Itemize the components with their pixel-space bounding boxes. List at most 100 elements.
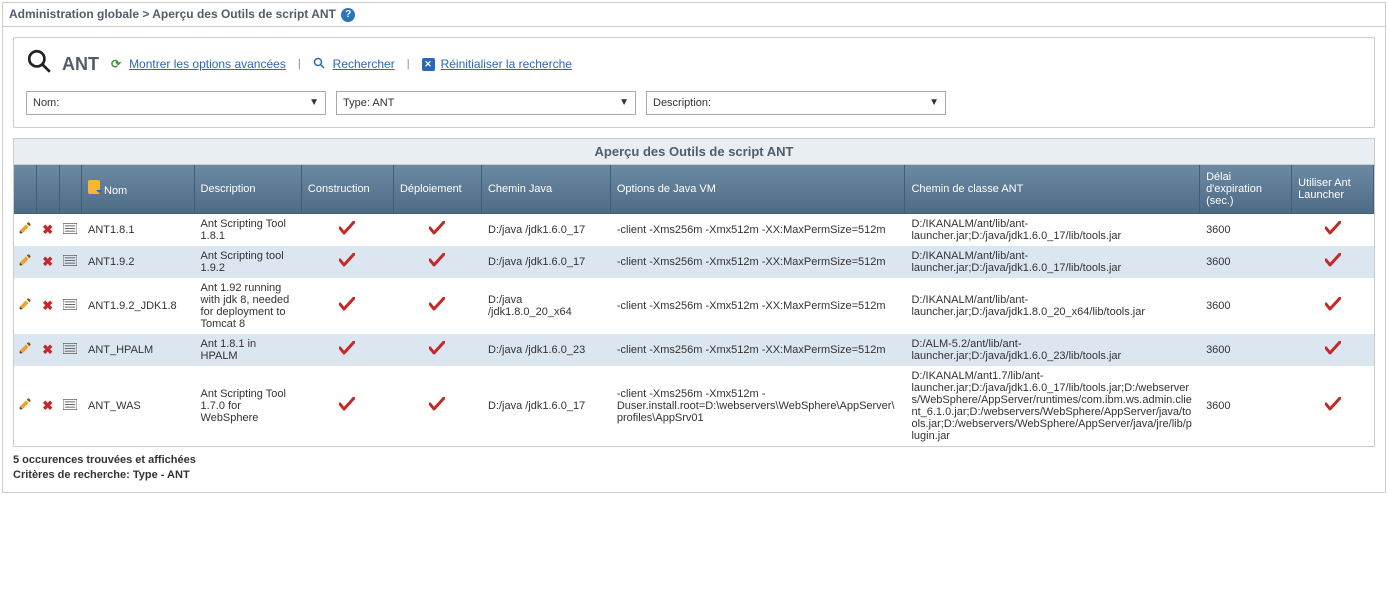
table-row: ✖ ANT1.9.2Ant Scripting tool 1.9.2 D:/java… [14,246,1374,278]
results-footer: 5 occurences trouvées et affichées Critè… [13,453,1375,484]
history-icon[interactable] [63,255,77,269]
cell-classpath: D:/IKANALM/ant/lib/ant-launcher.jar;D:/j… [905,213,1200,246]
cell-java: D:/java /jdk1.6.0_23 [481,334,610,366]
cell-construction [301,213,393,246]
reset-icon: ✕ [422,58,435,71]
cell-desc: Ant 1.92 running with jdk 8, needed for … [194,278,301,334]
cell-construction [301,278,393,334]
reset-link[interactable]: Réinitialiser la recherche [441,57,572,71]
cell-nom: ANT1.9.2 [82,246,195,278]
delete-icon[interactable]: ✖ [42,342,53,357]
cell-deploiement [393,278,481,334]
edit-icon[interactable] [18,302,32,314]
chevron-down-icon: ▼ [619,97,629,108]
search-title: ANT [62,54,99,75]
chevron-down-icon: ▼ [929,97,939,108]
cell-construction [301,366,393,446]
edit-icon[interactable] [18,346,32,358]
cell-delay: 3600 [1200,213,1292,246]
cell-java: D:/java /jdk1.6.0_17 [481,246,610,278]
cell-delay: 3600 [1200,334,1292,366]
search-icon [26,48,52,81]
cell-nom: ANT_HPALM [82,334,195,366]
edit-icon[interactable] [18,402,32,414]
cell-deploiement [393,334,481,366]
search-criteria: Critères de recherche: Type - ANT [13,468,1375,483]
cell-launcher [1292,334,1374,366]
edit-icon[interactable] [18,258,32,270]
advanced-options-link[interactable]: Montrer les options avancées [129,57,286,71]
cell-desc: Ant Scripting Tool 1.8.1 [194,213,301,246]
cell-delay: 3600 [1200,278,1292,334]
cell-vm: -client -Xms256m -Xmx512m -XX:MaxPermSiz… [610,334,905,366]
search-link[interactable]: Rechercher [333,57,395,71]
col-vm[interactable]: Options de Java VM [610,165,905,214]
filter-description[interactable]: Description: ▼ [646,91,946,115]
cell-construction [301,246,393,278]
cell-launcher [1292,366,1374,446]
cell-nom: ANT1.8.1 [82,213,195,246]
cell-vm: -client -Xms256m -Xmx512m -XX:MaxPermSiz… [610,213,905,246]
search-small-icon [313,57,325,72]
cell-nom: ANT1.9.2_JDK1.8 [82,278,195,334]
cell-launcher [1292,213,1374,246]
search-panel: ANT ⟳ Montrer les options avancées | Rec… [13,37,1375,128]
result-count: 5 occurences trouvées et affichées [13,453,1375,468]
delete-icon[interactable]: ✖ [42,298,53,313]
edit-icon[interactable] [18,226,32,238]
cell-deploiement [393,213,481,246]
breadcrumb-root: Administration globale [9,7,139,21]
history-icon[interactable] [63,343,77,357]
filter-type[interactable]: Type: ANT ▼ [336,91,636,115]
cell-deploiement [393,366,481,446]
results-table: Nom Description Construction Déploiement… [14,165,1374,446]
delete-icon[interactable]: ✖ [42,254,53,269]
cell-vm: -client -Xms256m -Xmx512m -XX:MaxPermSiz… [610,278,905,334]
cell-classpath: D:/IKANALM/ant1.7/lib/ant-launcher.jar;D… [905,366,1200,446]
cell-launcher [1292,246,1374,278]
cell-java: D:/java /jdk1.6.0_17 [481,213,610,246]
table-row: ✖ ANT1.8.1Ant Scripting Tool 1.8.1 D:/java… [14,213,1374,246]
delete-icon[interactable]: ✖ [42,398,53,413]
cell-classpath: D:/IKANALM/ant/lib/ant-launcher.jar;D:/j… [905,246,1200,278]
table-row: ✖ ANT1.9.2_JDK1.8Ant 1.92 running with jd… [14,278,1374,334]
breadcrumb-page: Aperçu des Outils de script ANT [152,7,336,21]
cell-desc: Ant Scripting tool 1.9.2 [194,246,301,278]
chevron-down-icon: ▼ [309,97,319,108]
results-title: Aperçu des Outils de script ANT [14,139,1374,165]
col-java[interactable]: Chemin Java [481,165,610,214]
col-nom[interactable]: Nom [82,165,195,214]
sort-icon [88,180,100,194]
cell-desc: Ant Scripting Tool 1.7.0 for WebSphere [194,366,301,446]
plus-icon: ⟳ [111,57,121,71]
cell-classpath: D:/ALM-5.2/ant/lib/ant-launcher.jar;D:/j… [905,334,1200,366]
filter-name[interactable]: Nom: ▼ [26,91,326,115]
table-header-row: Nom Description Construction Déploiement… [14,165,1374,214]
breadcrumb: Administration globale > Aperçu des Outi… [3,3,1385,27]
col-construction[interactable]: Construction [301,165,393,214]
col-deploiement[interactable]: Déploiement [393,165,481,214]
delete-icon[interactable]: ✖ [42,222,53,237]
cell-desc: Ant 1.8.1 in HPALM [194,334,301,366]
history-icon[interactable] [63,399,77,413]
cell-construction [301,334,393,366]
cell-classpath: D:/IKANALM/ant/lib/ant-launcher.jar;D:/j… [905,278,1200,334]
cell-nom: ANT_WAS [82,366,195,446]
history-icon[interactable] [63,223,77,237]
results-panel: Aperçu des Outils de script ANT Nom Desc… [13,138,1375,447]
col-classpath[interactable]: Chemin de classe ANT [905,165,1200,214]
table-row: ✖ ANT_HPALMAnt 1.8.1 in HPALM D:/java /jdk… [14,334,1374,366]
cell-java: D:/java /jdk1.8.0_20_x64 [481,278,610,334]
cell-delay: 3600 [1200,246,1292,278]
col-desc[interactable]: Description [194,165,301,214]
table-row: ✖ ANT_WASAnt Scripting Tool 1.7.0 for Web… [14,366,1374,446]
help-icon[interactable]: ? [341,8,355,22]
cell-launcher [1292,278,1374,334]
col-launcher[interactable]: Utiliser Ant Launcher [1292,165,1374,214]
cell-vm: -client -Xms256m -Xmx512m -XX:MaxPermSiz… [610,246,905,278]
history-icon[interactable] [63,299,77,313]
cell-vm: -client -Xms256m -Xmx512m -Duser.install… [610,366,905,446]
col-delay[interactable]: Délai d'expiration (sec.) [1200,165,1292,214]
cell-delay: 3600 [1200,366,1292,446]
cell-java: D:/java /jdk1.6.0_17 [481,366,610,446]
